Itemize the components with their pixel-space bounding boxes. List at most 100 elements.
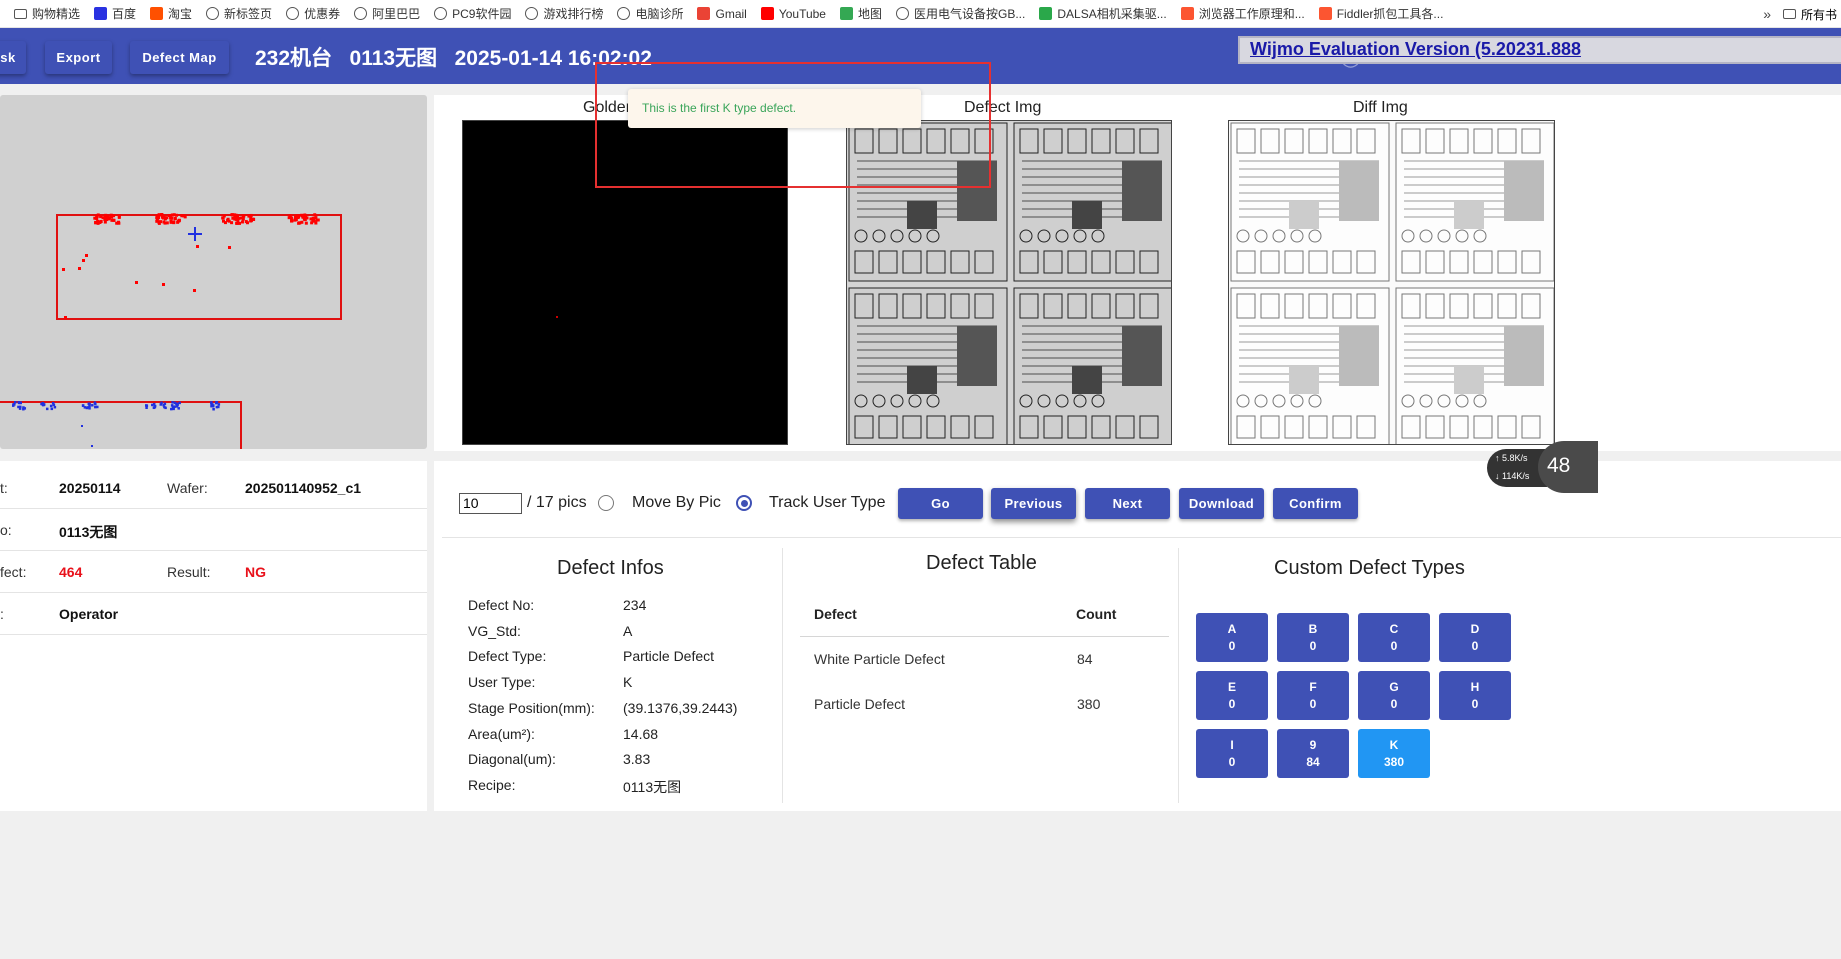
bookmark-item[interactable]: 新标签页 [206,5,272,22]
defect-type-button[interactable]: K 380 [1358,729,1430,778]
defect-marker [162,403,165,407]
previous-button[interactable]: Previous [991,488,1076,519]
defect-marker [94,221,98,225]
defect-type-button[interactable]: B0 [1277,613,1349,662]
wafer-value: 202501140952_c1 [245,480,362,496]
bookmark-item[interactable]: 优惠券 [286,5,340,22]
bookmark-item[interactable]: 淘宝 [150,5,192,22]
wafer-map-panel[interactable] [0,95,427,449]
bookmark-item[interactable]: 地图 [839,5,882,22]
download-speed: ↓ 114K/s [1495,471,1530,481]
bookmark-item[interactable]: PC9软件园 [434,5,511,22]
defect-type-button[interactable]: F0 [1277,671,1349,720]
defect-type-count: 0 [1228,754,1236,769]
defect-map-button[interactable]: Defect Map [130,41,229,74]
user-value: Operator [59,606,119,622]
track-user-type-label[interactable]: Track User Type [769,494,885,512]
wijmo-evaluation-banner[interactable]: Wijmo Evaluation Version (5.20231.888 [1238,36,1841,64]
defect-marker [42,403,45,407]
defect-marker [290,219,294,223]
defect-type-count: 380 [1383,754,1405,769]
defect-marker [81,425,83,427]
date-value: 20250114 [59,480,121,496]
all-bookmarks-folder[interactable]: 所有书 [1782,0,1841,28]
wafer-die-frame-top [56,214,342,320]
info-row: t: 20250114 Wafer: 202501140952_c1 [0,467,427,509]
page-title: 232机台 0113无图 2025-01-14 16:02:02 [255,47,652,70]
result-value: NG [245,564,266,580]
defect-type-button[interactable]: H0 [1439,671,1511,720]
defect-type-button[interactable]: D0 [1439,613,1511,662]
count-column-header: Count [1076,606,1117,622]
bookmarks-bar: 购物精选 百度 淘宝 新标签页 优惠券 阿里巴巴 PC9软件园 游戏排行榜 电脑诊所 Gmail Y… [0,0,1841,28]
bookmark-item[interactable]: 购物精选 [14,5,80,22]
bookmark-label: 医用电气设备按GB... [914,7,1026,21]
page-number-input[interactable]: 10 [459,493,522,514]
info-row: o: 0113无图 [0,509,427,551]
wafer-map[interactable] [0,95,427,449]
bookmark-item[interactable]: 浏览器工作原理和... [1180,5,1305,22]
defect-type-button[interactable]: G0 [1358,671,1430,720]
wijmo-evaluation-link[interactable]: Wijmo Evaluation Version (5.20231.888 [1250,39,1581,60]
bookmark-item[interactable]: 医用电气设备按GB... [896,5,1025,22]
defect-type-name: 9 [1309,737,1317,752]
defect-marker [163,216,167,220]
defect-infos-title: Defect Infos [557,557,664,579]
defect-type-button[interactable]: C0 [1358,613,1430,662]
defect-marker [239,216,243,220]
defect-marker [177,407,180,410]
bookmark-item[interactable]: 游戏排行榜 [525,5,603,22]
defect-marker [232,213,236,217]
bookmark-item[interactable]: 电脑诊所 [617,5,683,22]
move-by-pic-label[interactable]: Move By Pic [632,494,721,512]
network-badge[interactable]: 48 [1538,441,1598,493]
defect-marker [235,221,239,225]
bookmark-item[interactable]: 阿里巴巴 [354,5,420,22]
defect-marker [155,218,159,222]
table-cell-count[interactable]: 380 [1077,696,1100,712]
bookmark-item[interactable]: Gmail [697,7,747,21]
defect-info-value: 14.68 [623,725,659,742]
export-button[interactable]: Export [45,41,112,74]
defect-marker [293,217,297,221]
table-cell-defect[interactable]: Particle Defect [814,696,905,712]
custom-defect-types-title: Custom Defect Types [1274,557,1465,579]
defect-column-header: Defect [814,606,857,622]
defect-type-button[interactable]: A0 [1196,613,1268,662]
globe-icon [434,7,448,20]
go-button[interactable]: Go [898,488,983,519]
bookmarks-more-button[interactable]: » [1763,6,1771,22]
defect-type-button[interactable]: 9 84 [1277,729,1349,778]
date-label: t: [0,480,8,496]
defect-marker [112,214,116,218]
defect-type-button[interactable]: E0 [1196,671,1268,720]
globe-icon [206,7,220,20]
defect-type-name: H [1470,679,1480,694]
defect-marker [151,403,154,407]
bookmark-item[interactable]: 百度 [94,5,136,22]
defect-marker [235,217,239,221]
bookmark-item[interactable]: DALSA相机采集驱... [1039,5,1167,22]
move-by-pic-radio[interactable] [598,495,614,511]
defect-marker [78,267,81,270]
confirm-button[interactable]: Confirm [1273,488,1358,519]
diff-image[interactable] [1228,120,1555,445]
table-cell-count[interactable]: 84 [1077,651,1093,667]
defect-marker [51,402,55,405]
defect-marker [217,405,220,409]
dalsa-icon [1039,7,1053,20]
globe-icon [896,7,909,20]
next-button[interactable]: Next [1085,488,1170,519]
defect-marker [99,215,103,219]
defect-info-value: 234 [623,597,647,613]
defect-marker [178,401,181,405]
defect-type-button[interactable]: I0 [1196,729,1268,778]
bookmark-item[interactable]: YouTube [760,7,826,21]
defect-type-name: G [1389,679,1399,694]
bookmark-item[interactable]: Fiddler抓包工具各... [1318,5,1443,22]
download-button[interactable]: Download [1179,488,1264,519]
task-button[interactable]: sk [0,41,26,74]
defect-type-name: A [1227,621,1237,636]
table-cell-defect[interactable]: White Particle Defect [814,651,945,667]
track-user-type-radio[interactable] [736,495,752,511]
